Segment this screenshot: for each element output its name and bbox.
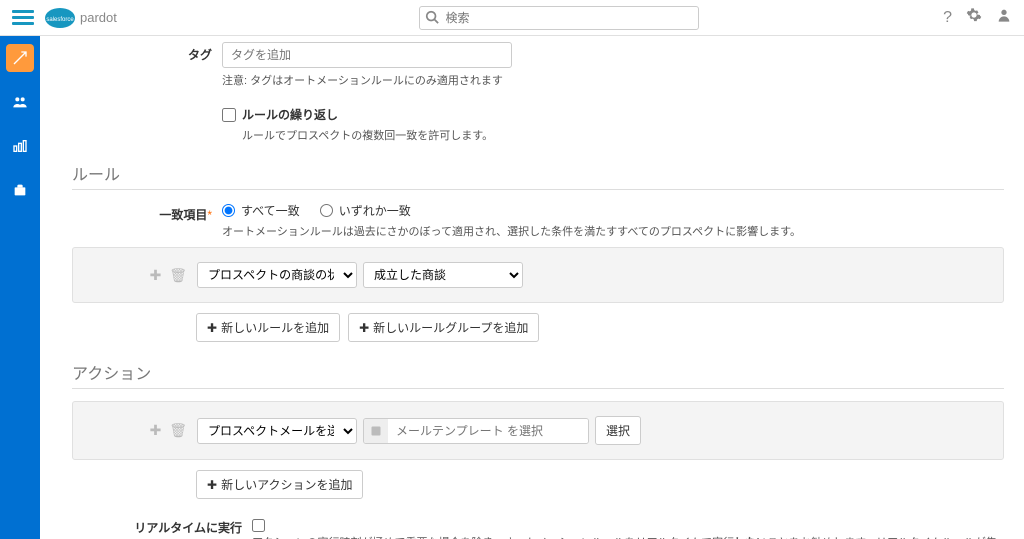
svg-text:salesforce: salesforce: [46, 17, 74, 23]
rules-section-title: ルール: [72, 161, 1004, 190]
match-any-option[interactable]: いずれか一致: [320, 202, 411, 219]
plus-icon: ✚: [359, 321, 369, 335]
rule-value-select[interactable]: 成立した商談: [363, 262, 523, 288]
main-content: タグ 注意: タグはオートメーションルールにのみ適用されます ルールの繰り返し …: [40, 36, 1024, 539]
plus-icon: ✚: [207, 478, 217, 492]
gear-icon[interactable]: [966, 7, 982, 28]
search-icon: [425, 10, 439, 27]
realtime-desc: アクションの実行時刻が極めて重要な場合を除き、オートメーションルールをリアルタイ…: [252, 535, 1004, 539]
actions-section-title: アクション: [72, 360, 1004, 389]
plus-icon: ✚: [207, 321, 217, 335]
match-all-option[interactable]: すべて一致: [222, 202, 300, 219]
plus-icon[interactable]: ✚: [150, 267, 162, 283]
tags-input[interactable]: [222, 42, 512, 68]
action-type-select[interactable]: プロスペクトメールを送信: [197, 418, 357, 444]
tags-label: タグ: [72, 42, 222, 63]
nav-analytics-icon[interactable]: [6, 132, 34, 160]
salesforce-pardot-logo: salesforce pardot: [44, 7, 154, 29]
repeat-checkbox[interactable]: [222, 108, 236, 122]
topbar: salesforce pardot ?: [0, 0, 1024, 36]
search-input[interactable]: [419, 6, 699, 30]
template-picker: [363, 418, 589, 444]
top-right-icons: ?: [943, 7, 1012, 28]
nav-automation-icon[interactable]: [6, 44, 34, 72]
add-action-button[interactable]: ✚新しいアクションを追加: [196, 470, 363, 499]
realtime-row: リアルタイムに実行 アクションの実行時刻が極めて重要な場合を除き、オートメーショ…: [72, 519, 1004, 539]
repeat-desc: ルールでプロスペクトの複数回一致を許可します。: [242, 127, 1004, 143]
template-input[interactable]: [388, 419, 588, 443]
repeat-label: ルールの繰り返し: [242, 106, 338, 123]
match-any-radio[interactable]: [320, 204, 333, 217]
trash-icon[interactable]: 🗑: [169, 422, 187, 438]
left-sidebar: [0, 36, 40, 539]
nav-people-icon[interactable]: [6, 88, 34, 116]
nav-assets-icon[interactable]: [6, 176, 34, 204]
match-row: 一致項目* すべて一致 いずれか一致 オートメーションルールは過去にさかのぼって…: [72, 202, 1004, 239]
user-icon[interactable]: [996, 7, 1012, 28]
template-select-button[interactable]: 選択: [595, 416, 641, 445]
rule-field-select[interactable]: プロスペクトの商談の状況: [197, 262, 357, 288]
match-label: 一致項目*: [72, 202, 222, 223]
template-icon: [364, 419, 388, 443]
match-all-radio[interactable]: [222, 204, 235, 217]
realtime-checkbox[interactable]: [252, 519, 265, 532]
match-helper: オートメーションルールは過去にさかのぼって適用され、選択した条件を満たすすべての…: [222, 223, 1004, 239]
tags-row: タグ 注意: タグはオートメーションルールにのみ適用されます ルールの繰り返し …: [72, 42, 1004, 143]
add-rule-button[interactable]: ✚新しいルールを追加: [196, 313, 340, 342]
trash-icon[interactable]: 🗑: [169, 267, 187, 283]
add-rule-group-button[interactable]: ✚新しいルールグループを追加: [348, 313, 539, 342]
svg-text:pardot: pardot: [80, 10, 117, 25]
action-block: ✚ 🗑 プロスペクトメールを送信 選択: [72, 401, 1004, 460]
plus-icon[interactable]: ✚: [150, 422, 162, 438]
tags-helper: 注意: タグはオートメーションルールにのみ適用されます: [222, 72, 1004, 88]
global-search: [419, 6, 699, 30]
realtime-label: リアルタイムに実行: [72, 519, 252, 536]
help-icon[interactable]: ?: [943, 9, 952, 27]
rule-block: ✚ 🗑 プロスペクトの商談の状況 成立した商談: [72, 247, 1004, 303]
hamburger-menu-icon[interactable]: [12, 7, 34, 29]
